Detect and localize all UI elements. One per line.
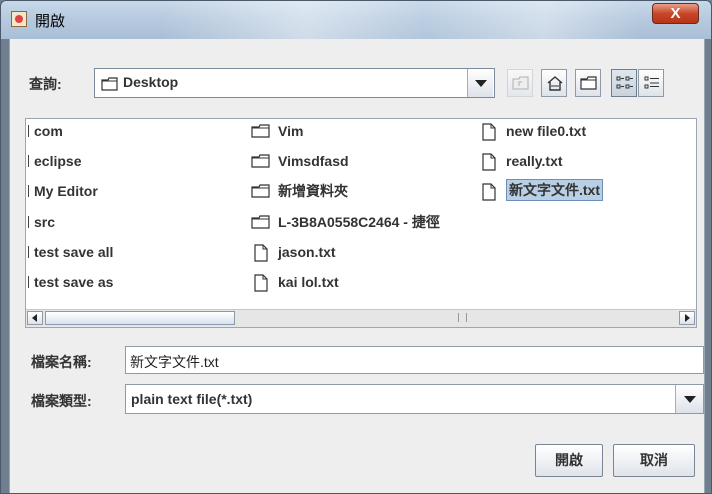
filetype-combo[interactable]: plain text file(*.txt) <box>125 384 704 414</box>
folder-icon <box>251 215 270 229</box>
details-view-button[interactable] <box>638 69 664 97</box>
folder-up-icon <box>512 76 529 90</box>
folder-icon <box>101 77 118 91</box>
filename-label: 檔案名稱: <box>31 354 92 370</box>
new-folder-button[interactable] <box>575 69 601 97</box>
open-dialog: 開啟 X 查詢: Desktop com eclipse My Editor s… <box>0 0 712 494</box>
java-app-icon <box>11 11 27 27</box>
title-bar-glass <box>161 1 641 39</box>
title-bar[interactable]: 開啟 X <box>1 1 711 39</box>
file-icon <box>482 183 496 201</box>
home-button[interactable] <box>541 69 567 97</box>
file-icon <box>482 123 496 141</box>
folder-icon <box>251 124 270 138</box>
file-list[interactable]: com eclipse My Editor src test save all … <box>25 118 697 328</box>
open-button[interactable]: 開啟 <box>535 444 603 477</box>
list-view-icon <box>616 76 633 89</box>
list-view-button[interactable] <box>611 69 637 97</box>
scrollbar-grip <box>458 313 467 322</box>
look-in-combo[interactable]: Desktop <box>94 68 495 98</box>
file-icon <box>254 244 268 262</box>
look-in-label: 查詢: <box>29 76 62 92</box>
dialog-content: 查詢: Desktop com eclipse My Editor src te… <box>9 39 705 493</box>
cancel-button[interactable]: 取消 <box>613 444 695 477</box>
folder-icon <box>251 154 270 168</box>
window-title: 開啟 <box>35 13 66 30</box>
file-icon <box>254 274 268 292</box>
look-in-dropdown-arrow[interactable] <box>467 69 493 97</box>
scroll-right-arrow-icon[interactable] <box>679 311 695 325</box>
folder-icon <box>251 184 270 198</box>
look-in-value: Desktop <box>123 74 179 90</box>
scrollbar-thumb[interactable] <box>45 311 235 325</box>
filetype-value: plain text file(*.txt) <box>131 391 253 407</box>
filetype-dropdown-arrow[interactable] <box>675 385 703 413</box>
home-icon <box>547 76 563 91</box>
file-icon <box>482 153 496 171</box>
horizontal-scrollbar[interactable] <box>26 309 696 327</box>
filename-input[interactable]: 新文字文件.txt <box>125 346 704 374</box>
scroll-left-arrow-icon[interactable] <box>27 311 43 325</box>
details-view-icon <box>644 76 659 89</box>
up-one-level-button[interactable] <box>507 69 533 97</box>
new-folder-icon <box>580 76 597 90</box>
filetype-label: 檔案類型: <box>31 393 92 409</box>
close-button[interactable]: X <box>652 3 699 24</box>
